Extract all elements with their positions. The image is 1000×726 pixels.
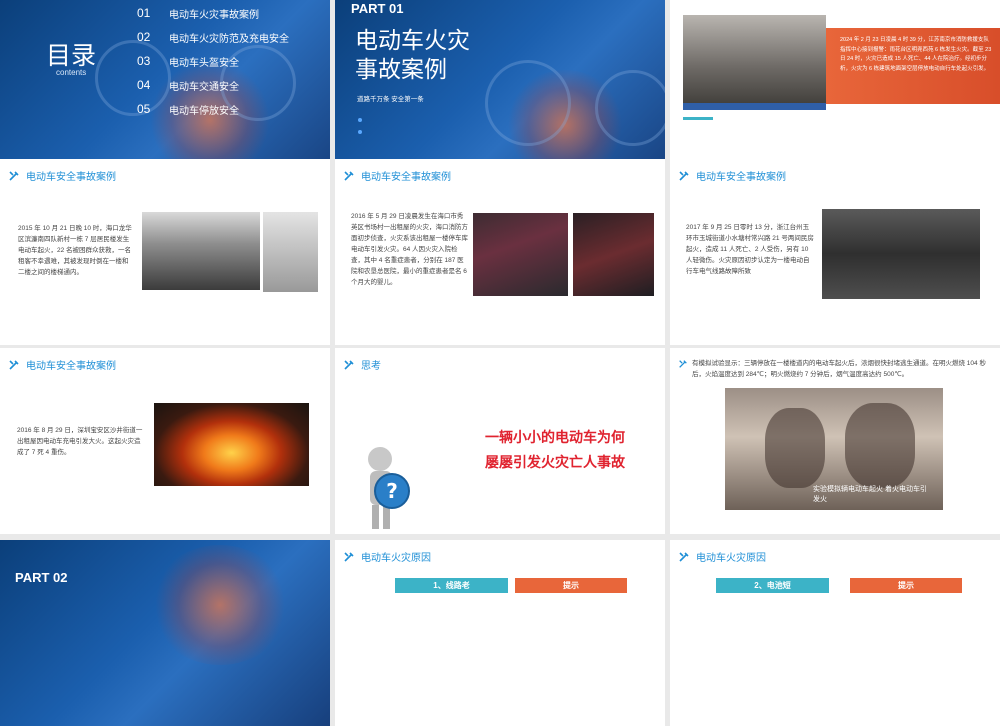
video-caption: 实验模拟辆电动车起火 着火电动车引发火 bbox=[813, 486, 927, 503]
slide-heading: 电动车安全事故案例 bbox=[8, 357, 116, 372]
toc-item-label: 电动车头盔安全 bbox=[169, 57, 239, 69]
slide-heading: 电动车安全事故案例 bbox=[678, 168, 786, 183]
part-title-line: 电动车火灾 bbox=[355, 27, 470, 53]
dot-indicator bbox=[358, 118, 362, 122]
toc-item-number: 02 bbox=[137, 30, 151, 44]
wrench-icon bbox=[344, 359, 354, 370]
question-text: 一辆小小的电动车为何 屡屡引发火灾亡人事故 bbox=[485, 425, 625, 475]
wrench-icon bbox=[9, 170, 19, 181]
scooter-shape bbox=[765, 408, 825, 488]
toc-item[interactable]: 01 电动车火灾事故案例 bbox=[137, 1, 327, 25]
slide-cause-2[interactable]: 电动车火灾原因 2、电池短 提示 bbox=[670, 540, 1000, 726]
slide-heading: 电动车火灾原因 bbox=[343, 549, 431, 564]
burning-bike-photo bbox=[154, 403, 309, 486]
slide-cause-1[interactable]: 电动车火灾原因 1、线路老 提示 bbox=[335, 540, 665, 726]
case-text: 2017 年 9 月 25 日零时 13 分，浙江台州玉环市玉城街道小水塘村常兴… bbox=[686, 224, 814, 275]
info-panel: 2024 年 2 月 23 日凌晨 4 时 39 分，江苏南京市消防救援支队指挥… bbox=[826, 28, 1000, 104]
slide-heading-label: 电动车安全事故案例 bbox=[26, 172, 116, 183]
toc-item[interactable]: 02 电动车火灾防范及充电安全 bbox=[137, 25, 327, 49]
bike-wheel-graphic bbox=[485, 60, 571, 146]
thinking-figure-icon: ? bbox=[368, 447, 410, 529]
slide-simulation[interactable]: 有模拟试验显示：三辆停放在一楼楼道内的电动车起火后，浓烟很快封堵逃生通道。在明火… bbox=[670, 348, 1000, 534]
stairwell-photo bbox=[263, 212, 318, 292]
smoke-building-photo bbox=[822, 209, 980, 299]
news-ticker-bar bbox=[683, 103, 826, 110]
cause-label: 2、电池短 bbox=[716, 578, 829, 593]
slide-part-02[interactable]: PART 02 bbox=[0, 540, 330, 726]
question-line: 一辆小小的电动车为何 bbox=[485, 429, 625, 445]
wrench-icon bbox=[679, 170, 689, 181]
toc-item-label: 电动车火灾事故案例 bbox=[169, 9, 259, 21]
slide-heading: 电动车火灾原因 bbox=[678, 549, 766, 564]
burned-bikes-photo bbox=[473, 213, 568, 296]
simulation-text: 有模拟试验显示：三辆停放在一楼楼道内的电动车起火后，浓烟很快封堵逃生通道。在明火… bbox=[692, 360, 986, 378]
slide-heading-label: 电动车火灾原因 bbox=[696, 553, 766, 564]
part-label: PART 01 bbox=[351, 1, 404, 16]
tip-label: 提示 bbox=[850, 578, 962, 593]
accent-bar bbox=[683, 117, 713, 120]
toc-item[interactable]: 04 电动车交通安全 bbox=[137, 73, 327, 97]
toc-list: 01 电动车火灾事故案例 02 电动车火灾防范及充电安全 03 电动车头盔安全 … bbox=[137, 1, 327, 121]
dot-indicator bbox=[358, 130, 362, 134]
fire-building-photo bbox=[683, 15, 826, 110]
toc-item-number: 04 bbox=[137, 78, 151, 92]
toc-title: 目录 bbox=[46, 42, 97, 70]
wrench-icon bbox=[679, 360, 687, 368]
toc-subtitle: contents bbox=[56, 68, 87, 77]
part-title: 电动车火灾 事故案例 bbox=[355, 26, 470, 84]
scooter-shape bbox=[845, 403, 915, 488]
slide-heading-label: 电动车安全事故案例 bbox=[361, 172, 451, 183]
slide-heading: 思考 bbox=[343, 357, 381, 372]
toc-item[interactable]: 05 电动车停放安全 bbox=[137, 97, 327, 121]
wrench-icon bbox=[344, 170, 354, 181]
wrench-icon bbox=[344, 551, 354, 562]
slide-case-haikou-2016[interactable]: 电动车安全事故案例 2016 年 5 月 29 日凌晨发生在海口市秀英区书场村一… bbox=[335, 159, 665, 345]
slide-heading: 电动车安全事故案例 bbox=[343, 168, 451, 183]
toc-item-number: 01 bbox=[137, 6, 151, 20]
case-text: 2024 年 2 月 23 日凌晨 4 时 39 分，江苏南京市消防救援支队指挥… bbox=[840, 37, 992, 72]
part-title-line: 事故案例 bbox=[355, 56, 447, 82]
toc-item-label: 电动车交通安全 bbox=[169, 81, 239, 93]
slide-heading-label: 思考 bbox=[361, 361, 381, 372]
slide-heading-label: 电动车火灾原因 bbox=[361, 553, 431, 564]
svg-text:?: ? bbox=[386, 479, 398, 503]
slide-heading-label: 电动车安全事故案例 bbox=[26, 361, 116, 372]
case-text: 2016 年 8 月 29 日，深圳宝安区沙井街道一出租屋因电动车充电引发大火。… bbox=[17, 427, 143, 456]
case-text: 2016 年 5 月 29 日凌晨发生在海口市秀英区书场村一出租屋的火灾，海口消… bbox=[351, 213, 468, 286]
question-line: 屡屡引发火灾亡人事故 bbox=[485, 454, 625, 470]
slide-case-shenzhen-2016[interactable]: 电动车安全事故案例 2016 年 8 月 29 日，深圳宝安区沙井街道一出租屋因… bbox=[0, 348, 330, 534]
scooters-photo: 实验模拟辆电动车起火 着火电动车引发火 bbox=[725, 388, 943, 510]
slide-heading: 电动车安全事故案例 bbox=[8, 168, 116, 183]
tip-label: 提示 bbox=[515, 578, 627, 593]
burned-bikes-photo bbox=[573, 213, 654, 296]
cause-label: 1、线路老 bbox=[395, 578, 508, 593]
case-text: 2015 年 10 月 21 日晚 10 时，海口龙华区滨濂南四队新村一栋 7 … bbox=[18, 225, 132, 276]
wrench-icon bbox=[9, 359, 19, 370]
slide-thinking[interactable]: 思考 ? 一辆小小的电动车为何 屡屡引发火灾亡人事故 bbox=[335, 348, 665, 534]
toc-item-label: 电动车火灾防范及充电安全 bbox=[169, 33, 289, 45]
toc-item-number: 05 bbox=[137, 102, 151, 116]
toc-item[interactable]: 03 电动车头盔安全 bbox=[137, 49, 327, 73]
toc-item-number: 03 bbox=[137, 54, 151, 68]
burned-room-photo bbox=[142, 212, 260, 290]
slide-heading-label: 电动车安全事故案例 bbox=[696, 172, 786, 183]
fire-glow bbox=[150, 545, 290, 665]
slide-case-taizhou-2017[interactable]: 电动车安全事故案例 2017 年 9 月 25 日零时 13 分，浙江台州玉环市… bbox=[670, 159, 1000, 345]
bike-wheel-graphic bbox=[595, 70, 665, 146]
toc-item-label: 电动车停放安全 bbox=[169, 105, 239, 117]
wrench-icon bbox=[679, 551, 689, 562]
slide-case-haikou-2015[interactable]: 电动车安全事故案例 2015 年 10 月 21 日晚 10 时，海口龙华区滨濂… bbox=[0, 159, 330, 345]
part-tagline: 道路千万条 安全第一条 bbox=[357, 96, 424, 103]
part-label: PART 02 bbox=[15, 570, 68, 585]
